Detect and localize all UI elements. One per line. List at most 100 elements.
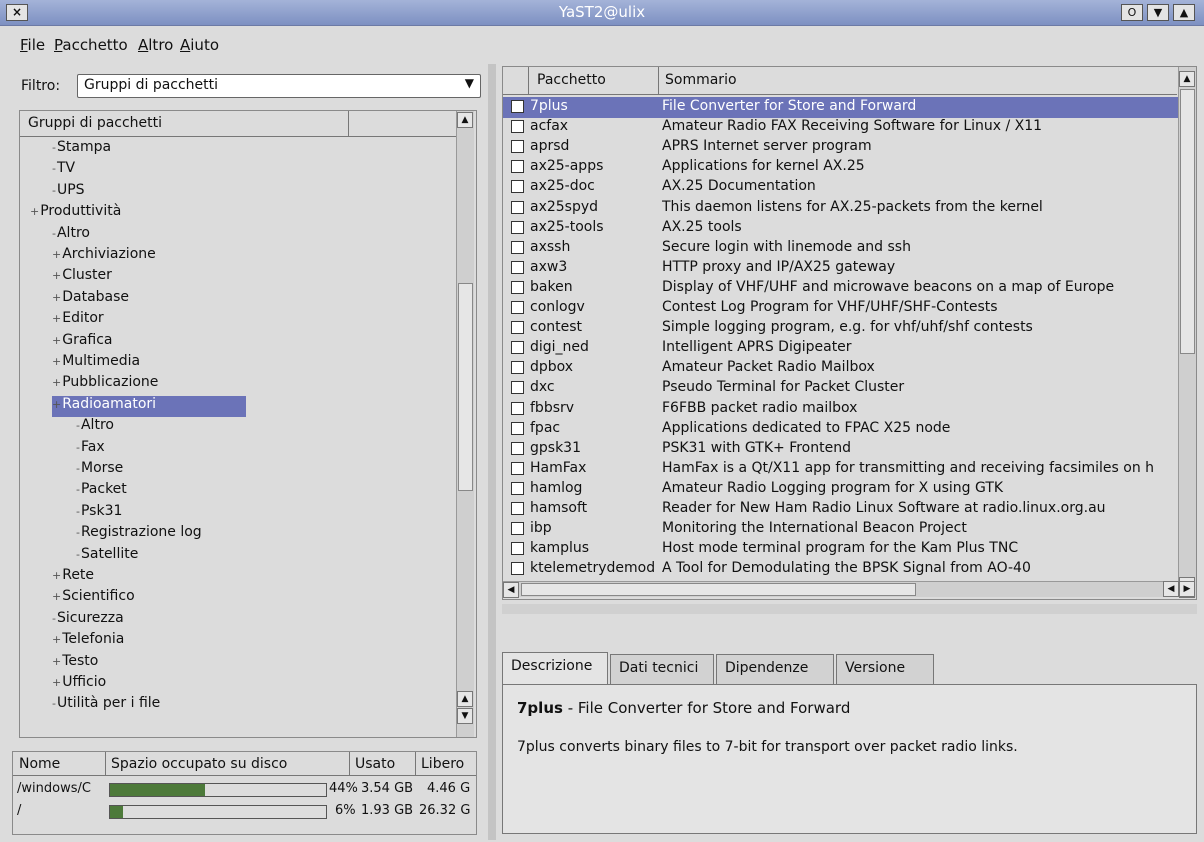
- tree-item[interactable]: -Fax: [76, 439, 105, 460]
- tree-item[interactable]: -UPS: [52, 182, 85, 203]
- scroll-down-arrow-icon[interactable]: ▼: [457, 708, 473, 724]
- package-checkbox[interactable]: [511, 481, 524, 495]
- package-row[interactable]: hamsoft Reader for New Ham Radio Linux So…: [503, 499, 1179, 520]
- tab-versione[interactable]: Versione: [836, 654, 934, 684]
- window-options-button[interactable]: O: [1121, 4, 1143, 21]
- col-sommario[interactable]: Sommario: [665, 72, 737, 88]
- package-row[interactable]: aprsd APRS Internet server program: [503, 137, 1179, 158]
- tree-item[interactable]: -Altro: [76, 417, 114, 438]
- tree-item[interactable]: -Stampa: [52, 139, 111, 160]
- tree-item[interactable]: -Packet: [76, 481, 127, 502]
- expand-icon[interactable]: +: [52, 676, 61, 689]
- tree-item[interactable]: -Sicurezza: [52, 610, 124, 631]
- window-minimize-button[interactable]: ▼: [1147, 4, 1169, 21]
- tree-item[interactable]: +Radioamatori: [52, 395, 247, 417]
- package-checkbox[interactable]: [511, 441, 524, 455]
- menu-file[interactable]: File: [20, 36, 45, 54]
- package-row[interactable]: ax25-doc AX.25 Documentation: [503, 177, 1179, 198]
- expand-icon[interactable]: +: [52, 269, 61, 282]
- tree-item[interactable]: -Utilità per i file: [52, 695, 160, 716]
- package-row[interactable]: axw3 HTTP proxy and IP/AX25 gateway: [503, 258, 1179, 279]
- menu-aiuto[interactable]: Aiuto: [180, 36, 219, 54]
- tree-item[interactable]: +Scientifico: [52, 588, 135, 609]
- tree-item[interactable]: +Grafica: [52, 332, 113, 353]
- package-checkbox[interactable]: [511, 120, 524, 134]
- expand-icon[interactable]: +: [52, 248, 61, 261]
- tree-item[interactable]: -Altro: [52, 225, 90, 246]
- expand-icon[interactable]: +: [52, 633, 61, 646]
- scroll-up-arrow-icon[interactable]: ▲: [457, 691, 473, 707]
- package-row[interactable]: digi_ned Intelligent APRS Digipeater: [503, 338, 1179, 359]
- expand-icon[interactable]: +: [52, 376, 61, 389]
- tree-item[interactable]: +Testo: [52, 653, 98, 674]
- tree-item[interactable]: +Editor: [52, 310, 104, 331]
- package-row[interactable]: conlogv Contest Log Program for VHF/UHF/S…: [503, 298, 1179, 319]
- expand-icon[interactable]: +: [52, 590, 61, 603]
- tree-item[interactable]: +Cluster: [52, 267, 112, 288]
- expand-icon[interactable]: +: [52, 334, 61, 347]
- package-row[interactable]: axssh Secure login with linemode and ssh: [503, 238, 1179, 259]
- package-checkbox[interactable]: [511, 381, 524, 395]
- scroll-left-arrow-icon[interactable]: ◀: [503, 582, 519, 598]
- package-row[interactable]: dpbox Amateur Packet Radio Mailbox: [503, 358, 1179, 379]
- scroll-right-arrow-icon[interactable]: ▶: [1179, 581, 1195, 597]
- package-checkbox[interactable]: [511, 280, 524, 294]
- package-checkbox[interactable]: [511, 522, 524, 536]
- package-checkbox[interactable]: [511, 421, 524, 435]
- package-checkbox[interactable]: [511, 260, 524, 274]
- package-row[interactable]: fbbsrv F6FBB packet radio mailbox: [503, 399, 1179, 420]
- tree-item[interactable]: +Rete: [52, 567, 94, 588]
- package-row[interactable]: baken Display of VHF/UHF and microwave be…: [503, 278, 1179, 299]
- expand-icon[interactable]: +: [52, 398, 61, 411]
- package-vertical-scrollbar[interactable]: ▲ ▲: [1178, 67, 1196, 598]
- scroll-up-arrow-icon[interactable]: ▲: [1179, 71, 1195, 87]
- disk-col-space[interactable]: Spazio occupato su disco: [111, 756, 287, 772]
- tree-item[interactable]: -Satellite: [76, 546, 138, 567]
- scrollbar-thumb[interactable]: [521, 583, 916, 596]
- tree-item[interactable]: -TV: [52, 160, 75, 181]
- tree-item[interactable]: +Ufficio: [52, 674, 106, 695]
- package-row[interactable]: ax25-tools AX.25 tools: [503, 218, 1179, 239]
- package-checkbox[interactable]: [511, 361, 524, 375]
- menu-altro[interactable]: Altro: [138, 36, 173, 54]
- scroll-left-arrow-icon[interactable]: ◀: [1163, 581, 1179, 597]
- package-checkbox[interactable]: [511, 401, 524, 415]
- package-checkbox[interactable]: [511, 160, 524, 174]
- package-row[interactable]: dxc Pseudo Terminal for Packet Cluster: [503, 378, 1179, 399]
- col-pacchetto[interactable]: Pacchetto: [537, 72, 606, 88]
- vertical-splitter[interactable]: [488, 64, 496, 840]
- package-checkbox[interactable]: [511, 140, 524, 154]
- tree-item[interactable]: +Archiviazione: [52, 246, 156, 267]
- package-checkbox[interactable]: [511, 200, 524, 214]
- expand-icon[interactable]: +: [52, 655, 61, 668]
- package-checkbox[interactable]: [511, 220, 524, 234]
- expand-icon[interactable]: +: [52, 569, 61, 582]
- package-checkbox[interactable]: [511, 562, 524, 576]
- disk-row[interactable]: /windows/C 44% 3.54 GB 4.46 G: [13, 780, 476, 800]
- package-row[interactable]: ax25-apps Applications for kernel AX.25: [503, 157, 1179, 178]
- disk-col-free[interactable]: Libero: [421, 756, 464, 772]
- disk-col-used[interactable]: Usato: [355, 756, 395, 772]
- tree-item[interactable]: +Database: [52, 289, 129, 310]
- package-row[interactable]: ktelemetrydemod A Tool for Demodulating t…: [503, 559, 1179, 580]
- package-checkbox[interactable]: [511, 180, 524, 194]
- tree-item[interactable]: +Telefonia: [52, 631, 124, 652]
- menu-pacchetto[interactable]: Pacchetto: [54, 36, 128, 54]
- package-row[interactable]: ax25spyd This daemon listens for AX.25-pa…: [503, 198, 1179, 219]
- tree-item[interactable]: +Produttività: [30, 203, 121, 224]
- tab-dati-tecnici[interactable]: Dati tecnici: [610, 654, 714, 684]
- tree-vertical-scrollbar[interactable]: ▲ ▲ ▼: [456, 111, 474, 737]
- tab-dipendenze[interactable]: Dipendenze: [716, 654, 834, 684]
- disk-row[interactable]: / 6% 1.93 GB 26.32 G: [13, 802, 476, 822]
- package-row[interactable]: kamplus Host mode terminal program for th…: [503, 539, 1179, 560]
- tree-item[interactable]: +Pubblicazione: [52, 374, 158, 395]
- tree-item[interactable]: -Psk31: [76, 503, 122, 524]
- package-checkbox[interactable]: [511, 542, 524, 556]
- tab-descrizione[interactable]: Descrizione: [502, 652, 608, 684]
- expand-icon[interactable]: +: [52, 312, 61, 325]
- disk-col-name[interactable]: Nome: [19, 756, 60, 772]
- tree-item[interactable]: +Multimedia: [52, 353, 140, 374]
- package-row[interactable]: contest Simple logging program, e.g. for …: [503, 318, 1179, 339]
- scrollbar-thumb[interactable]: [458, 283, 473, 491]
- expand-icon[interactable]: +: [30, 205, 39, 218]
